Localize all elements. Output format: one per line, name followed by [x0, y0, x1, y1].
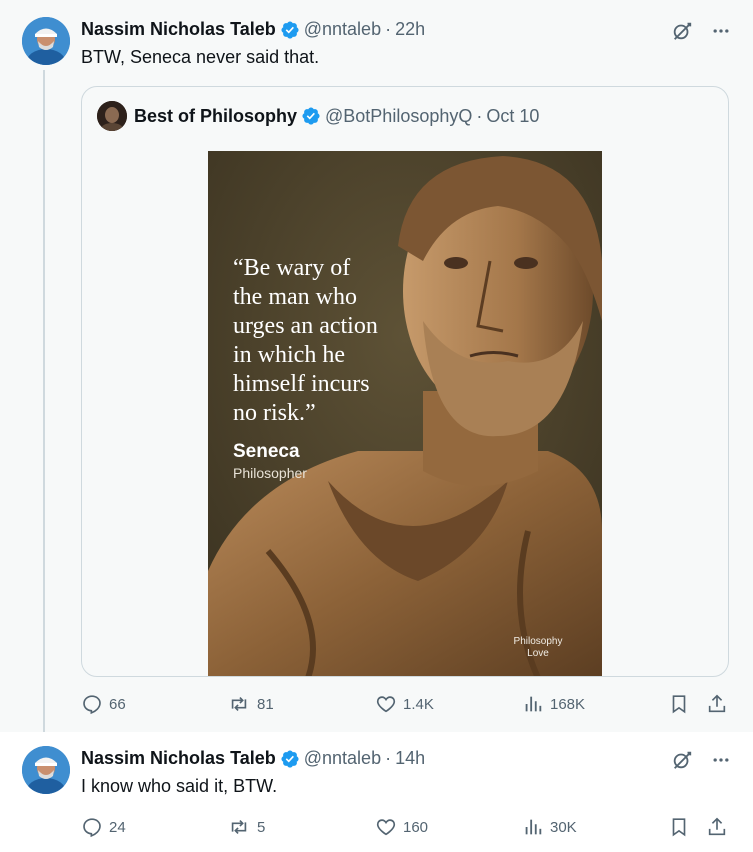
bookmark-icon: [672, 818, 686, 837]
tweet-2[interactable]: Nassim Nicholas Taleb @nntaleb · 14h I k…: [0, 732, 753, 852]
repost-button[interactable]: 5: [227, 816, 265, 838]
grok-icon[interactable]: [671, 20, 693, 42]
share-icon: [708, 694, 726, 713]
grok-icon[interactable]: [671, 749, 693, 771]
image-quote-text: “Be wary of the man who urges an action …: [233, 255, 378, 426]
repost-icon: [231, 696, 247, 712]
quoted-tweet[interactable]: Best of Philosophy @BotPhilosophyQ · Oct…: [81, 86, 729, 677]
bookmark-icon: [672, 695, 686, 714]
thread-connector-line: [43, 70, 45, 732]
view-count: 168K: [550, 695, 586, 713]
author-name[interactable]: Nassim Nicholas Taleb: [81, 748, 276, 769]
like-button[interactable]: 160: [375, 816, 428, 838]
reply-count: 24: [109, 818, 126, 836]
image-watermark: Philosophy Love: [513, 636, 563, 659]
tweet-header: Nassim Nicholas Taleb @nntaleb · 14h: [81, 748, 425, 769]
verified-badge-icon: [301, 106, 321, 126]
like-icon: [376, 819, 396, 836]
separator-dot: ·: [385, 748, 392, 768]
views-icon: [525, 819, 542, 835]
reply-icon: [83, 695, 101, 715]
bookmark-button[interactable]: [668, 816, 690, 838]
quoted-image[interactable]: “Be wary of the man who urges an action …: [208, 151, 602, 676]
repost-button[interactable]: 81: [227, 693, 274, 715]
tweet-top-actions: [671, 749, 731, 771]
image-quote-author-title: Philosopher: [233, 465, 307, 481]
share-button[interactable]: [706, 816, 728, 838]
more-icon[interactable]: [711, 750, 731, 770]
verified-badge-icon: [280, 749, 300, 769]
author-handle[interactable]: @nntaleb: [304, 19, 381, 40]
views-icon: [525, 696, 542, 712]
view-count: 30K: [550, 818, 577, 836]
quoted-author-handle[interactable]: @BotPhilosophyQ: [325, 106, 472, 127]
separator-dot: ·: [476, 105, 483, 126]
quoted-avatar[interactable]: [97, 101, 127, 131]
share-button[interactable]: [706, 693, 728, 715]
verified-badge-icon: [280, 20, 300, 40]
more-icon[interactable]: [711, 21, 731, 41]
tweet-header: Nassim Nicholas Taleb @nntaleb · 22h: [81, 19, 425, 40]
tweet-1[interactable]: Nassim Nicholas Taleb @nntaleb · 22h BTW…: [0, 0, 753, 732]
like-count: 1.4K: [403, 695, 434, 713]
timestamp[interactable]: 14h: [395, 748, 425, 769]
repost-count: 81: [257, 695, 274, 713]
action-bar: 66 81 1.4K 168K: [81, 693, 731, 717]
like-count: 160: [403, 818, 429, 836]
repost-count: 5: [257, 818, 266, 836]
repost-icon: [231, 819, 247, 835]
reply-button[interactable]: 66: [81, 693, 126, 715]
separator-dot: ·: [385, 19, 392, 39]
tweet-text: I know who said it, BTW.: [81, 776, 278, 796]
author-handle[interactable]: @nntaleb: [304, 748, 381, 769]
image-quote-author: Seneca: [233, 441, 300, 462]
quoted-timestamp[interactable]: Oct 10: [486, 106, 539, 127]
quoted-tweet-header: Best of Philosophy @BotPhilosophyQ · Oct…: [97, 101, 539, 131]
tweet-text: BTW, Seneca never said that.: [81, 47, 320, 67]
share-icon: [708, 817, 726, 836]
reply-count: 66: [109, 695, 126, 713]
tweet-top-actions: [671, 20, 731, 42]
timestamp[interactable]: 22h: [395, 19, 425, 40]
avatar[interactable]: [22, 746, 70, 794]
views-button[interactable]: 30K: [522, 816, 577, 838]
action-bar: 24 5 160 30K: [81, 816, 731, 840]
views-button[interactable]: 168K: [522, 693, 585, 715]
avatar[interactable]: [22, 17, 70, 65]
quoted-author-name[interactable]: Best of Philosophy: [134, 106, 297, 127]
bookmark-button[interactable]: [668, 693, 690, 715]
reply-icon: [83, 818, 101, 838]
author-name[interactable]: Nassim Nicholas Taleb: [81, 19, 276, 40]
reply-button[interactable]: 24: [81, 816, 126, 838]
like-icon: [376, 696, 396, 713]
like-button[interactable]: 1.4K: [375, 693, 434, 715]
